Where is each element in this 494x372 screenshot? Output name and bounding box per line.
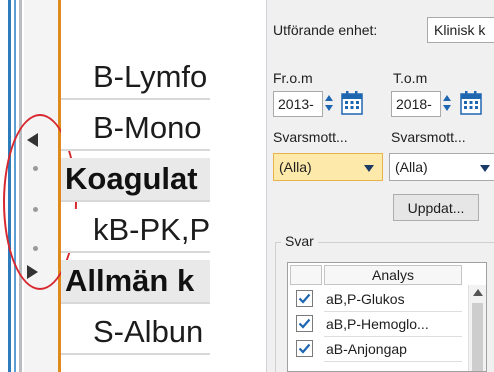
from-date-spinner[interactable] (325, 95, 333, 113)
scroll-up-icon[interactable] (473, 289, 483, 296)
analys-cell: aB,P-Glukos (324, 287, 462, 312)
table-row[interactable]: aB,P-Hemoglo... (288, 312, 468, 337)
utforande-enhet-value: Klinisk k (434, 22, 486, 38)
update-button[interactable]: Uppdat... (393, 194, 479, 221)
table-row[interactable]: aB-Anjongap (288, 337, 468, 362)
svar-groupbox-title: Svar (281, 233, 318, 249)
from-date-value: 2013- (278, 96, 314, 112)
to-date-value: 2018- (396, 96, 432, 112)
list-item-label: B-Mono (93, 110, 202, 145)
list-group-header[interactable]: Koagulat (61, 158, 210, 202)
row-checkbox[interactable] (296, 315, 313, 332)
analys-cell: aB-Anjongap (324, 337, 462, 362)
to-date-label: T.o.m (393, 70, 428, 86)
checkmark-icon (298, 318, 311, 329)
list-item[interactable]: kB-PK,P (61, 209, 210, 253)
to-calendar-icon[interactable] (460, 91, 482, 115)
utforande-enhet-label: Utförande enhet: (273, 22, 378, 38)
svarsmottagare-select-1[interactable]: (Alla) (273, 153, 383, 181)
grid-scrollbar[interactable] (468, 285, 486, 371)
to-date-input[interactable]: 2018- (391, 91, 441, 117)
analys-column-label: Analys (371, 267, 415, 283)
utforande-enhet-field[interactable]: Klinisk k (427, 17, 494, 43)
group-label: Koagulat (65, 161, 198, 196)
update-button-label: Uppdat... (407, 200, 465, 216)
list-group-header[interactable]: Allmän k (61, 260, 210, 304)
spin-down-icon[interactable] (443, 105, 451, 111)
list-item-label: kB-PK,P (93, 212, 210, 247)
from-calendar-icon[interactable] (341, 91, 363, 115)
table-row[interactable]: aB,P-Glukos (288, 287, 468, 312)
svarsmottagare-value-1: (Alla) (279, 159, 312, 175)
checkmark-icon (298, 343, 311, 354)
list-item[interactable]: B-Lymfo (61, 56, 210, 100)
scroll-thumb[interactable] (472, 303, 483, 371)
to-date-spinner[interactable] (443, 95, 451, 113)
filter-panel: Utförande enhet: Klinisk k Fr.o.m T.o.m … (266, 0, 494, 372)
from-date-label: Fr.o.m (273, 70, 313, 86)
analys-grid: Analys aB,P-Glukos aB,P-Hemoglo... aB-An… (287, 262, 487, 372)
chevron-down-icon[interactable] (480, 165, 490, 172)
checkmark-icon (298, 293, 311, 304)
grid-header: Analys (288, 263, 486, 285)
from-date-input[interactable]: 2013- (273, 91, 323, 117)
spin-up-icon[interactable] (443, 95, 451, 101)
list-item-label: S-Albun (93, 314, 204, 349)
spin-up-icon[interactable] (325, 95, 333, 101)
svarsmottagare-label-1: Svarsmott... (273, 129, 348, 145)
analys-cell: aB,P-Hemoglo... (324, 312, 462, 337)
select-all-column-header[interactable] (290, 265, 322, 285)
svarsmottagare-value-2: (Alla) (395, 159, 428, 175)
list-item-label: B-Lymfo (93, 59, 208, 94)
screenshot-composite: B-Lymfo B-Mono Koagulat kB-PK,P Allmän k… (0, 0, 494, 372)
list-item[interactable]: S-Albun (61, 311, 210, 355)
list-item[interactable]: B-Mono (61, 107, 210, 151)
spin-down-icon[interactable] (325, 105, 333, 111)
chevron-down-icon[interactable] (364, 165, 374, 172)
left-zoom-panel: B-Lymfo B-Mono Koagulat kB-PK,P Allmän k… (0, 0, 210, 372)
group-label: Allmän k (65, 263, 195, 298)
row-checkbox[interactable] (296, 290, 313, 307)
svarsmottagare-select-2[interactable]: (Alla) (389, 153, 494, 181)
svarsmottagare-label-2: Svarsmott... (391, 129, 466, 145)
analys-column-header[interactable]: Analys (324, 265, 462, 285)
row-checkbox[interactable] (296, 340, 313, 357)
